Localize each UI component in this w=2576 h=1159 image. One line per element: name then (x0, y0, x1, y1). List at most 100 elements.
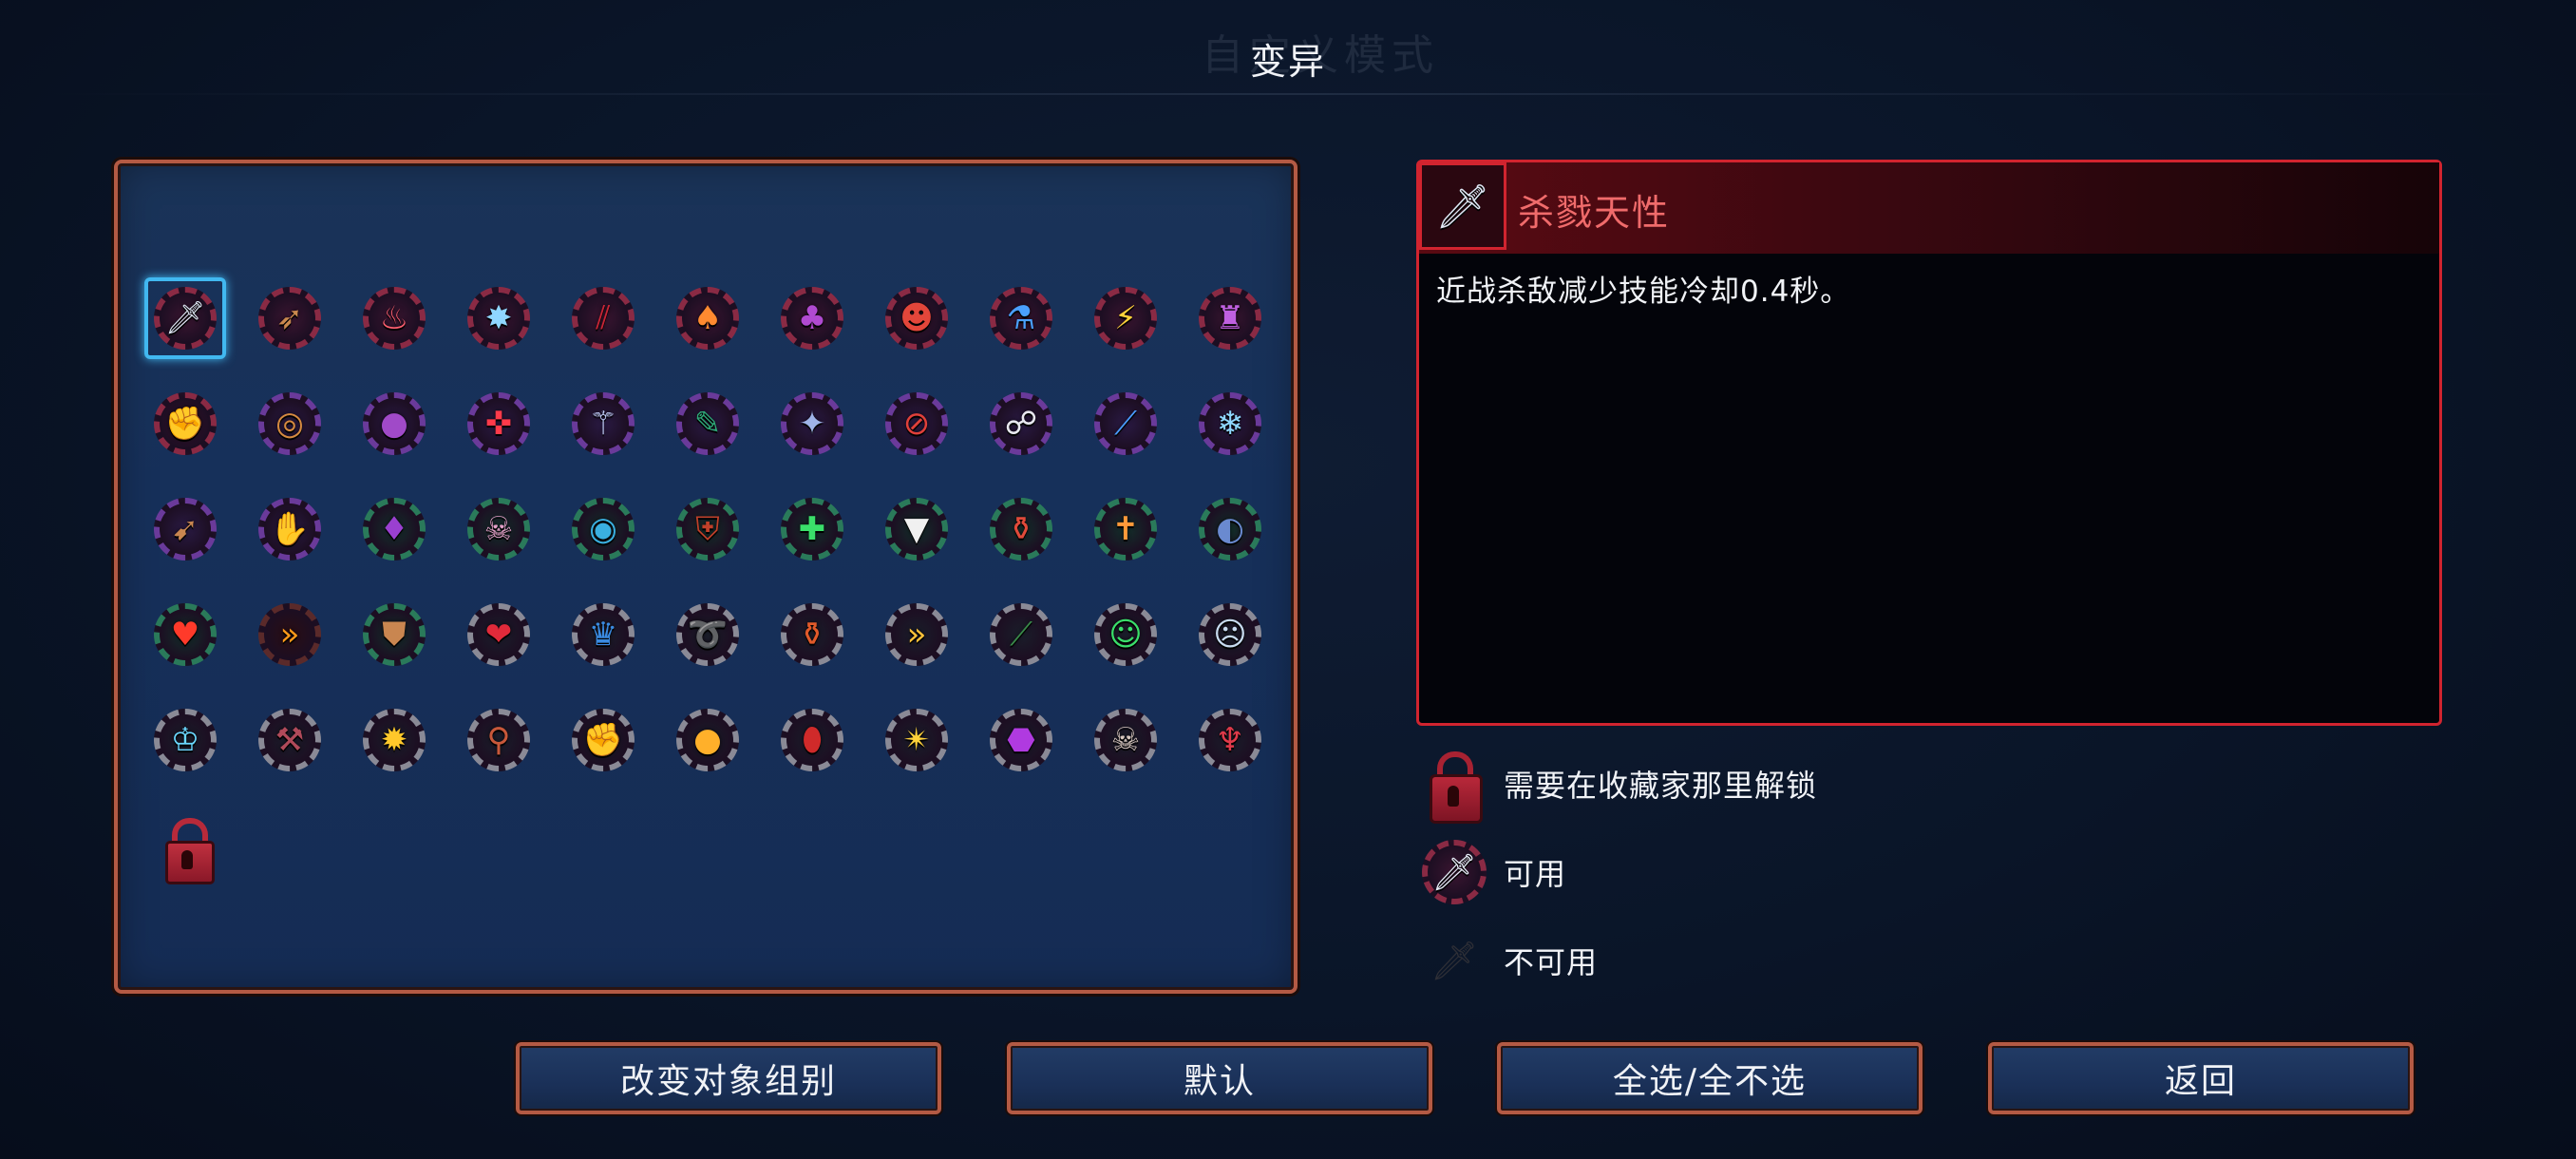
mutation-slot[interactable]: ☻ (876, 277, 957, 359)
detail-title: 杀戮天性 (1518, 192, 1671, 234)
blue-blade-icon: ⟋ (1114, 405, 1137, 443)
mutation-slot[interactable]: ✊ (562, 699, 644, 781)
torch-icon: ✝ (1111, 510, 1140, 548)
mutation-slot[interactable]: ♥ (144, 594, 226, 675)
mutation-slot[interactable]: ❄ (1189, 383, 1271, 465)
mutation-slot[interactable]: » (876, 594, 957, 675)
purple-cauldron-icon: ⬣ (1007, 721, 1035, 759)
halo-skull-icon: ☠ (1110, 721, 1141, 759)
dash-swirl-icon: ➰ (687, 616, 729, 654)
hammer-icon: ⚒ (275, 721, 305, 759)
mutation-slot[interactable]: ⟋ (1085, 383, 1166, 465)
mutation-slot[interactable]: ♣ (771, 277, 853, 359)
spiral-shield-icon: ◐ (1216, 510, 1244, 548)
fire-spirit-icon: ♥ (170, 616, 200, 654)
mutation-slot[interactable]: ◎ (249, 383, 331, 465)
mutation-slot[interactable]: ♨ (353, 277, 435, 359)
red-heart-icon: ❤ (484, 616, 513, 654)
meat-icon: ⚲ (486, 721, 511, 759)
glove-icon: ✋ (269, 510, 311, 548)
mutation-slot[interactable]: ⚒ (249, 699, 331, 781)
legend-available: 🗡 可用 (1418, 836, 1566, 908)
legend-unavailable-label: 不可用 (1504, 944, 1599, 980)
health-flask-icon: ⚱ (1007, 510, 1035, 548)
mutation-slot[interactable]: ♠ (667, 277, 748, 359)
back-button[interactable]: 返回 (1988, 1042, 2414, 1114)
bow-icon: ➹ (171, 510, 199, 548)
locked-mutation-slot[interactable] (144, 805, 226, 886)
mutation-slot[interactable]: ☠ (458, 488, 540, 570)
mutation-slot[interactable]: ⬮ (771, 699, 853, 781)
crossbow-icon: ➶ (275, 299, 304, 337)
sword-icon: 🗡 (1419, 162, 1506, 250)
mutation-slot[interactable]: ✋ (249, 488, 331, 570)
mutation-slot[interactable]: ➰ (667, 594, 748, 675)
mutation-slot[interactable]: ♛ (562, 594, 644, 675)
mutation-slot[interactable]: ♜ (1189, 277, 1271, 359)
mutation-slot[interactable]: ✊ (144, 383, 226, 465)
mutation-slot[interactable]: ⛨ (667, 488, 748, 570)
mutation-slot[interactable]: ➶ (249, 277, 331, 359)
mutation-slot[interactable]: ⚲ (458, 699, 540, 781)
mutation-slot[interactable]: ⚡ (1085, 277, 1166, 359)
mutation-slot[interactable]: ⫽ (562, 277, 644, 359)
mutation-grid-panel: 🗡 ➶ ♨ ✸ ⫽ ♠ ♣ ☻ ⚗ ⚡ ♜ ✊ ◎ ● ✜ ⚚ ✎ ✦ ⊘ ☍ ⟋ ❄ ➹ ✋ ♦ ☠ ◉ ⛨ ✚ ▼ ⚱ ✝ ◐ ♥ » ⛊ ❤ ♛ ➰ ⚱… (114, 160, 1297, 994)
mutation-slot[interactable]: ☠ (1085, 699, 1166, 781)
heal-shield-icon: ✚ (798, 510, 826, 548)
mutation-slot[interactable]: ♔ (144, 699, 226, 781)
mutation-slot[interactable]: ⟋ (980, 594, 1062, 675)
legend-locked: 需要在收藏家那里解锁 (1418, 748, 1817, 824)
skeleton-hand-icon: ☍ (1004, 405, 1038, 443)
mutation-grid: 🗡 ➶ ♨ ✸ ⫽ ♠ ♣ ☻ ⚗ ⚡ ♜ ✊ ◎ ● ✜ ⚚ ✎ ✦ ⊘ ☍ ⟋ ❄ ➹ ✋ ♦ ☠ ◉ ⛨ ✚ ▼ ⚱ ✝ ◐ ♥ » ⛊ ❤ ♛ ➰ ⚱… (144, 277, 1271, 886)
mutation-slot[interactable]: ⚱ (771, 594, 853, 675)
mutation-slot[interactable]: ♦ (353, 488, 435, 570)
trident-icon: ⚚ (588, 405, 618, 443)
mutation-slot[interactable]: » (249, 594, 331, 675)
sword-icon: 🗡 (164, 299, 206, 337)
green-skull-icon: ☺ (1108, 616, 1143, 654)
page-title: 变异 (1249, 41, 1326, 83)
mutation-slot[interactable]: ✴ (876, 699, 957, 781)
mutation-slot[interactable]: ▼ (876, 488, 957, 570)
fist-dagger-icon: ✊ (164, 405, 206, 443)
double-chevron-icon: » (906, 616, 927, 654)
mutation-slot[interactable]: ✦ (771, 383, 853, 465)
mutation-slot[interactable]: ☺ (1085, 594, 1166, 675)
golden-gauntlet-icon: ✊ (582, 721, 624, 759)
purple-bag-icon: ♦ (379, 510, 409, 548)
ice-bow-icon: ❄ (1216, 405, 1244, 443)
mutation-detail-panel: 🗡 杀戮天性 近战杀敌减少技能冷却0.4秒。 (1416, 160, 2442, 726)
mutation-slot[interactable]: ◉ (562, 488, 644, 570)
mutation-slot[interactable]: ✜ (458, 383, 540, 465)
mutation-slot[interactable]: ✸ (458, 277, 540, 359)
mutation-slot[interactable]: ☍ (980, 383, 1062, 465)
default-button[interactable]: 默认 (1007, 1042, 1432, 1114)
legend-unavailable: 🗡 不可用 (1418, 924, 1598, 997)
mutation-slot[interactable]: ✹ (353, 699, 435, 781)
mutation-slot[interactable]: ✎ (667, 383, 748, 465)
mutation-slot[interactable]: ♆ (1189, 699, 1271, 781)
mutation-slot[interactable]: ◐ (1189, 488, 1271, 570)
mutation-slot[interactable]: ⊘ (876, 383, 957, 465)
mutation-slot[interactable]: ⛊ (353, 594, 435, 675)
change-group-button[interactable]: 改变对象组别 (516, 1042, 941, 1114)
mutation-slot[interactable]: ✝ (1085, 488, 1166, 570)
mutation-slot[interactable]: ⚱ (980, 488, 1062, 570)
select-all-button[interactable]: 全选/全不选 (1497, 1042, 1923, 1114)
mutation-slot[interactable]: ⬣ (980, 699, 1062, 781)
gold-pouch-icon: ● (693, 721, 722, 759)
scroll-icon: ✎ (693, 405, 722, 443)
mutation-slot[interactable]: ❤ (458, 594, 540, 675)
mutation-slot[interactable]: ● (353, 383, 435, 465)
mutation-slot[interactable]: ⚚ (562, 383, 644, 465)
blue-armor-icon: ♛ (588, 616, 618, 654)
mutation-slot[interactable]: 🗡 (144, 277, 226, 359)
mutation-slot[interactable]: ● (667, 699, 748, 781)
ring-icon: ◎ (275, 405, 304, 443)
mutation-slot[interactable]: ➹ (144, 488, 226, 570)
mutation-slot[interactable]: ⚗ (980, 277, 1062, 359)
frost-scythe-icon: ✸ (484, 299, 513, 337)
burst-star-icon: ✹ (380, 721, 408, 759)
mutation-slot[interactable]: ✚ (771, 488, 853, 570)
mutation-slot[interactable]: ☹ (1189, 594, 1271, 675)
